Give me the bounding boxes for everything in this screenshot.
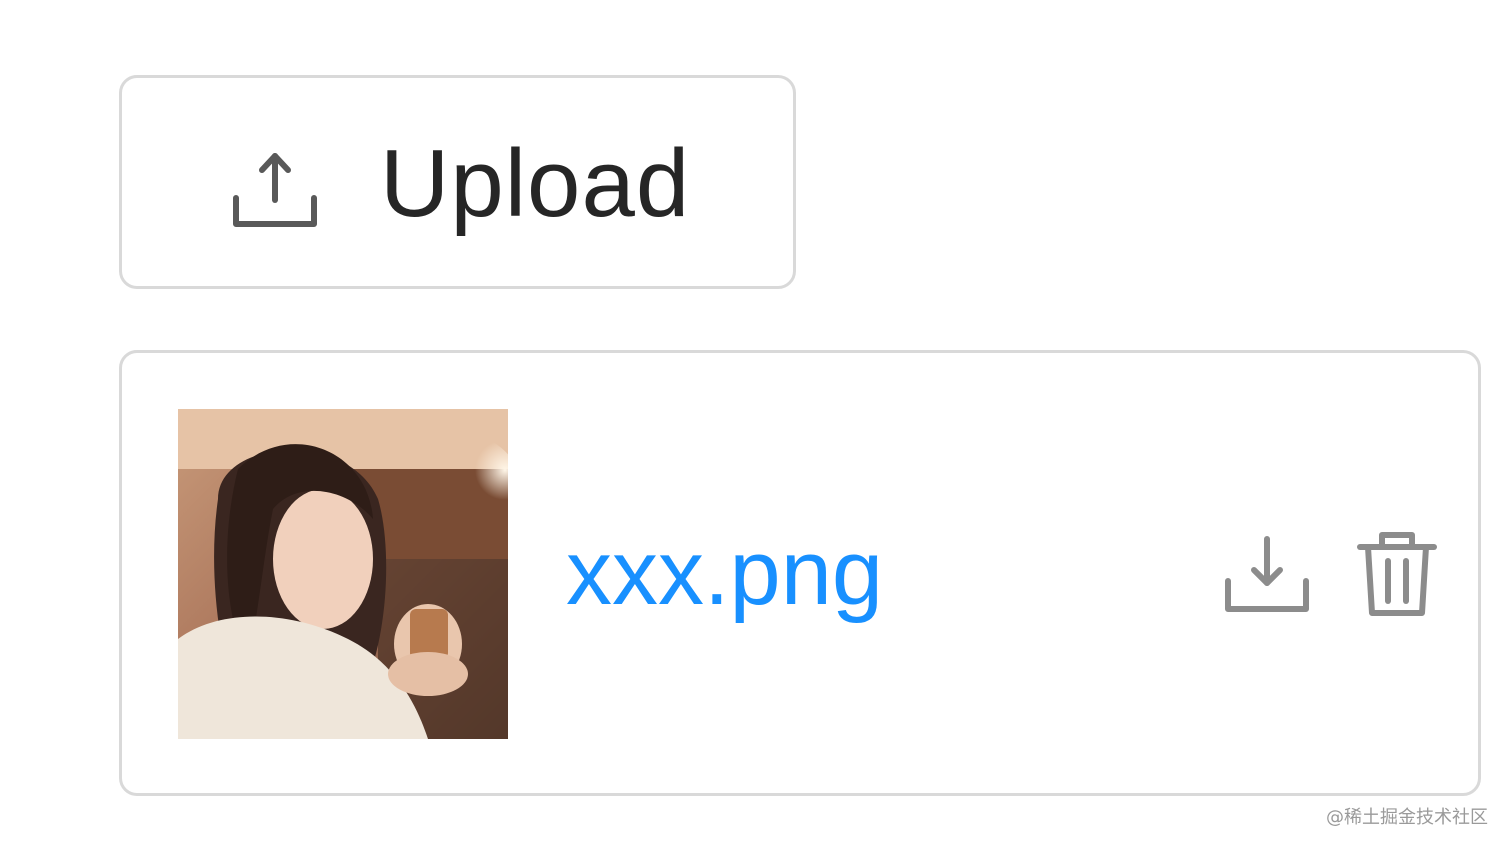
watermark-text: @稀土掘金技术社区	[1326, 807, 1488, 828]
upload-demo: Upload xxx.png @稀土掘金技术社区	[0, 0, 1512, 851]
upload-icon	[232, 148, 318, 230]
file-name-link[interactable]: xxx.png	[566, 525, 883, 621]
photo-thumbnail[interactable]	[178, 409, 508, 739]
upload-button[interactable]: Upload	[119, 75, 796, 289]
upload-button-label: Upload	[380, 130, 691, 237]
trash-icon[interactable]	[1354, 529, 1440, 619]
file-list-item: xxx.png	[119, 350, 1481, 796]
download-icon[interactable]	[1224, 533, 1310, 615]
